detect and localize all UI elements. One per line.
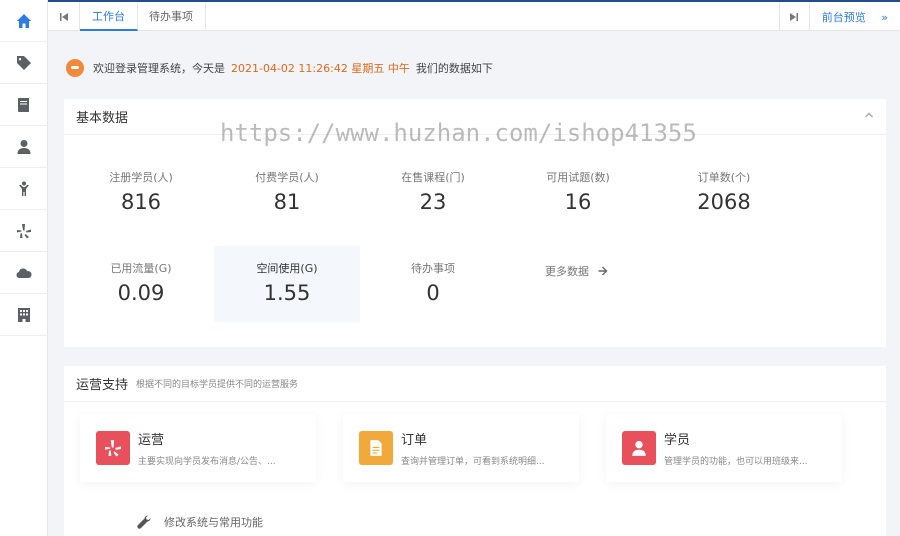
stat-label: 注册学员(人)	[109, 171, 173, 184]
wrench-icon	[137, 515, 151, 529]
card-icon-box	[96, 431, 130, 465]
stat-value: 1.55	[263, 281, 311, 305]
stat-value: 23	[419, 190, 447, 214]
card-students[interactable]: 学员 管理学员的功能，也可以用班级来...	[606, 414, 842, 482]
frontend-preview-link[interactable]: 前台预览 »	[810, 9, 900, 25]
stat-label: 在售课程(门)	[401, 171, 465, 184]
user-icon	[17, 139, 31, 154]
building-icon	[18, 307, 30, 322]
frontend-preview-label: 前台预览	[821, 10, 866, 24]
stat-label: 付费学员(人)	[255, 171, 319, 184]
yelp-icon	[105, 440, 121, 457]
frontend-preview-arrow: »	[881, 10, 888, 24]
stat-value: 2068	[697, 190, 751, 214]
book-icon	[18, 97, 29, 112]
stat-paid-students[interactable]: 付费学员(人) 81	[214, 155, 360, 231]
chat-bubble-icon	[66, 59, 84, 77]
child-icon	[19, 181, 29, 196]
sidebar-item-tags[interactable]	[0, 42, 48, 84]
tab-todo[interactable]: 待办事项	[137, 2, 206, 31]
stat-value: 816	[120, 190, 162, 214]
sidebar-item-students[interactable]	[0, 168, 48, 210]
step-forward-icon	[790, 12, 799, 21]
sidebar-item-home[interactable]	[0, 0, 48, 42]
welcome-bar: 欢迎登录管理系统，今天是 2021-04-02 11:26:42 星期五 中午 …	[66, 59, 493, 77]
basic-data-title: 基本数据	[76, 111, 129, 126]
home-icon	[17, 13, 31, 28]
tab-scroll-left-button[interactable]	[48, 2, 80, 31]
tab-scroll-right-button[interactable]	[780, 2, 810, 31]
card-title: 运营	[138, 433, 165, 448]
file-icon	[370, 440, 382, 456]
card-desc: 查询并管理订单，可看到系统明细...	[401, 457, 545, 467]
more-data-label: 更多数据	[545, 265, 589, 278]
stat-available-questions[interactable]: 可用试题(数) 16	[505, 155, 651, 231]
welcome-suffix: 我们的数据如下	[415, 62, 493, 75]
operations-header: 运营支持 根据不同的目标学员提供不同的运营服务	[64, 366, 886, 402]
stat-orders[interactable]: 订单数(个) 2068	[651, 155, 797, 231]
step-backward-icon	[59, 12, 68, 21]
sidebar-item-organization[interactable]	[0, 294, 48, 336]
preview-area: 前台预览 »	[778, 2, 900, 31]
stat-value: 16	[564, 190, 592, 214]
card-text: 订单 查询并管理订单，可看到系统明细...	[401, 429, 545, 467]
stat-label: 已用流量(G)	[110, 262, 172, 275]
card-text: 运营 主要实现向学员发布消息/公告、...	[138, 429, 276, 467]
card-desc: 主要实现向学员发布消息/公告、...	[138, 457, 276, 467]
sidebar-item-users[interactable]	[0, 126, 48, 168]
stat-value: 0.09	[117, 281, 165, 305]
arrow-right-icon	[598, 266, 608, 276]
user-icon	[632, 440, 646, 456]
card-desc: 管理学员的功能，也可以用班级来...	[664, 457, 808, 467]
stat-todo-items[interactable]: 待办事项 0	[360, 246, 506, 322]
stat-storage-used[interactable]: 空间使用(G) 1.55	[214, 246, 360, 322]
stat-traffic-used[interactable]: 已用流量(G) 0.09	[68, 246, 214, 322]
card-icon-box	[622, 431, 656, 465]
basic-data-panel: 基本数据 注册学员(人) 816 付费学员(人) 81 在售课程(门) 23 可…	[64, 99, 886, 347]
system-settings-link[interactable]: 修改系统与常用功能	[136, 514, 263, 530]
chevron-up-icon	[864, 112, 874, 118]
card-title: 订单	[401, 433, 428, 448]
stat-label: 订单数(个)	[697, 171, 751, 184]
cloud-icon	[16, 268, 32, 278]
stat-value: 81	[273, 190, 301, 214]
yelp-icon	[17, 223, 31, 238]
operations-subtitle: 根据不同的目标学员提供不同的运营服务	[136, 380, 299, 390]
sidebar-item-cloud[interactable]	[0, 252, 48, 294]
stat-courses-on-sale[interactable]: 在售课程(门) 23	[360, 155, 506, 231]
card-orders[interactable]: 订单 查询并管理订单，可看到系统明细...	[343, 414, 579, 482]
basic-data-header: 基本数据	[64, 99, 886, 135]
main-content: 欢迎登录管理系统，今天是 2021-04-02 11:26:42 星期五 中午 …	[48, 31, 900, 536]
card-icon-box	[359, 431, 393, 465]
tag-icon	[17, 55, 31, 70]
stat-label: 可用试题(数)	[546, 171, 610, 184]
sidebar	[0, 0, 48, 536]
welcome-prefix: 欢迎登录管理系统，今天是	[93, 62, 225, 75]
tab-bar: 工作台 待办事项 前台预览 »	[48, 0, 900, 31]
sidebar-item-operations[interactable]	[0, 210, 48, 252]
stat-label: 空间使用(G)	[256, 262, 318, 275]
more-data-link[interactable]: 更多数据	[545, 263, 609, 279]
tab-dashboard[interactable]: 工作台	[80, 2, 138, 31]
collapse-button[interactable]	[864, 109, 874, 119]
card-operations[interactable]: 运营 主要实现向学员发布消息/公告、...	[80, 414, 316, 482]
stat-registered-students[interactable]: 注册学员(人) 816	[68, 155, 214, 231]
system-settings-label: 修改系统与常用功能	[164, 516, 263, 529]
card-text: 学员 管理学员的功能，也可以用班级来...	[664, 429, 808, 467]
stat-value: 0	[426, 281, 440, 305]
stat-label: 待办事项	[411, 262, 455, 275]
current-datetime: 2021-04-02 11:26:42 星期五 中午	[231, 62, 410, 75]
sidebar-item-courses[interactable]	[0, 84, 48, 126]
operations-title: 运营支持	[76, 378, 129, 393]
card-title: 学员	[664, 433, 691, 448]
